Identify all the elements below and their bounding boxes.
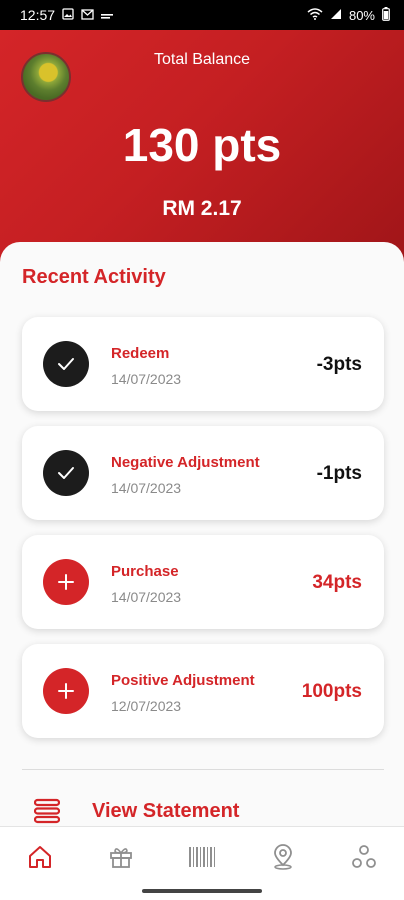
activity-points: 100pts (301, 681, 362, 702)
gift-icon[interactable] (101, 837, 141, 877)
status-time: 12:57 (20, 7, 56, 23)
stack-icon[interactable] (33, 798, 61, 829)
divider (22, 769, 384, 770)
gesture-bar (142, 889, 262, 893)
battery-icon (382, 6, 390, 24)
battery-percent: 80% (348, 7, 375, 23)
barcode-icon[interactable] (182, 837, 222, 877)
total-points: 130 pts (122, 119, 282, 171)
activity-date: 14/07/2023 (111, 589, 182, 605)
check-icon (43, 450, 89, 496)
wifi-icon (307, 7, 323, 23)
total-balance-label: Total Balance (153, 51, 251, 68)
activity-title: Negative Adjustment (111, 454, 260, 471)
activity-card[interactable]: Purchase 14/07/2023 34pts (22, 535, 384, 629)
plus-icon (43, 668, 89, 714)
activity-date: 14/07/2023 (111, 480, 182, 496)
activity-date: 12/07/2023 (111, 698, 182, 714)
activity-sheet: Recent Activity Redeem 14/07/2023 -3pts … (0, 242, 404, 830)
notification-dots-icon (101, 8, 114, 23)
balance-rm-value: RM 2.17 (162, 197, 242, 220)
activity-title: Purchase (111, 563, 179, 580)
activity-date: 14/07/2023 (111, 371, 182, 387)
mail-icon (81, 8, 94, 23)
activity-card[interactable]: Redeem 14/07/2023 -3pts (22, 317, 384, 411)
bottom-nav (0, 826, 404, 886)
signal-icon (330, 8, 342, 23)
activity-title: Redeem (111, 345, 170, 362)
plus-icon (43, 559, 89, 605)
activity-points: -1pts (316, 463, 362, 484)
activity-card[interactable]: Negative Adjustment 14/07/2023 -1pts (22, 426, 384, 520)
check-icon (43, 341, 89, 387)
recent-activity-title: Recent Activity (22, 266, 166, 288)
activity-card[interactable]: Positive Adjustment 12/07/2023 100pts (22, 644, 384, 738)
status-bar: 12:57 80% (0, 0, 404, 30)
location-icon[interactable] (263, 837, 303, 877)
activity-title: Positive Adjustment (111, 672, 255, 689)
gallery-icon (62, 7, 74, 23)
balance-header: Total Balance 130 pts RM 2.17 (0, 30, 404, 270)
home-icon[interactable] (20, 837, 60, 877)
activity-points: -3pts (316, 354, 362, 375)
view-statement-link[interactable]: View Statement (92, 800, 239, 823)
activity-points: 34pts (312, 572, 362, 593)
more-circles-icon[interactable] (344, 837, 384, 877)
